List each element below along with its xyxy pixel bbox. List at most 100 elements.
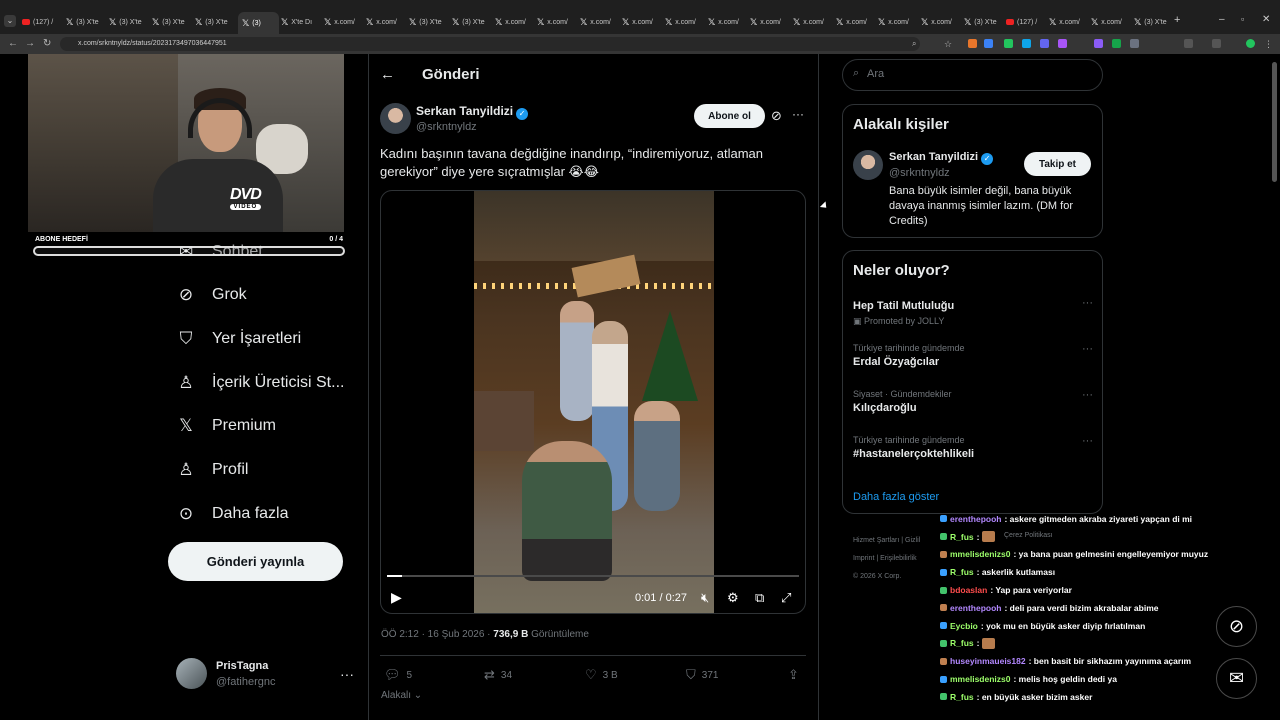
browser-tab[interactable]: 𝕏x.com/ — [708, 13, 749, 31]
browser-tab[interactable]: 𝕏x.com/ — [836, 13, 877, 31]
imprint-link[interactable]: Imprint — [853, 555, 874, 562]
more-icon[interactable]: ··· — [1082, 435, 1093, 447]
repost-button[interactable]: ⇄ 34 — [484, 667, 512, 683]
related-dropdown[interactable]: Alakalı ⌄ — [381, 690, 422, 701]
browser-tab[interactable]: 𝕏 (3) X'te — [66, 13, 107, 31]
browser-tab[interactable]: 𝕏 (3) X'te — [195, 13, 236, 31]
browser-tab[interactable]: 𝕏 (3) X'te — [152, 13, 193, 31]
privacy-link[interactable]: Gizlil — [905, 537, 920, 544]
new-tab-button[interactable]: + — [1174, 14, 1180, 26]
related-handle[interactable]: @srkntnyldz — [889, 167, 950, 179]
browser-tab[interactable]: 𝕏x.com/ — [1049, 13, 1090, 31]
extension-icon[interactable] — [1094, 39, 1103, 48]
fullscreen-icon[interactable]: ⤢ — [781, 590, 791, 606]
account-switcher[interactable]: PrisTagna @fatihergnc ··· — [176, 658, 356, 692]
extension-icon[interactable] — [1040, 39, 1049, 48]
extension-icon[interactable] — [984, 39, 993, 48]
browser-tab[interactable]: 𝕏 (3) X'te — [964, 13, 1005, 31]
video-player[interactable]: ▶ 0:01 / 0:27 🔇︎ ⚙ ⧉ ⤢ — [380, 190, 806, 614]
reply-button[interactable]: 💬︎ 5 — [384, 667, 412, 683]
extension-icon[interactable] — [1004, 39, 1013, 48]
share-button[interactable]: ⇪ — [788, 667, 799, 683]
nav-item-daha[interactable]: ⊙ Daha fazla — [176, 504, 289, 524]
show-more-link[interactable]: Daha fazla göster — [853, 491, 939, 503]
grok-explain-icon[interactable]: ⊘ — [771, 108, 782, 124]
grok-fab-icon[interactable]: ⊘ — [1216, 606, 1257, 647]
search-input[interactable] — [867, 68, 1087, 80]
reload-icon[interactable]: ↻ — [43, 37, 51, 51]
related-name[interactable]: Serkan Tanyildizi ✓ — [889, 151, 994, 165]
extension-icon[interactable] — [1112, 39, 1121, 48]
browser-tab[interactable]: 𝕏x.com/ — [495, 13, 536, 31]
browser-tab[interactable]: 𝕏 (3) X'te — [409, 13, 450, 31]
related-avatar[interactable] — [853, 150, 883, 180]
browser-menu-icon[interactable]: ⋮ — [1264, 37, 1273, 51]
browser-tab[interactable]: 𝕏x.com/ — [665, 13, 706, 31]
nav-item-premium[interactable]: 𝕏 Premium — [176, 416, 276, 436]
browser-tab[interactable]: 𝕏 (3) X'te — [109, 13, 150, 31]
post-button[interactable]: Gönderi yayınla — [168, 542, 343, 581]
nav-item-profil[interactable]: ♙ Profil — [176, 460, 248, 480]
browser-tab[interactable]: 𝕏x.com/ — [921, 13, 962, 31]
browser-tab[interactable]: 𝕏x.com/ — [324, 13, 365, 31]
follow-button[interactable]: Takip et — [1024, 152, 1091, 176]
extension-icon[interactable] — [1130, 39, 1139, 48]
author-name[interactable]: Serkan Tanyildizi ✓ — [416, 104, 529, 120]
zoom-icon[interactable]: ⌕ — [912, 37, 916, 51]
browser-tab[interactable]: (127) / — [1006, 13, 1047, 31]
accessibility-link[interactable]: Erişilebilirlik — [880, 555, 917, 562]
search-box[interactable]: ⌕ — [842, 59, 1103, 91]
browser-tab[interactable]: 𝕏 (3) X'te — [1134, 13, 1175, 31]
extensions-puzzle-icon[interactable] — [1184, 39, 1193, 48]
author-avatar[interactable] — [380, 103, 411, 134]
nav-item-grok[interactable]: ⊘ Grok — [176, 285, 247, 305]
nav-item-sohbet[interactable]: ✉ Sohbet — [176, 242, 263, 262]
address-bar[interactable]: x.com/srkntnyldz/status/2023173497036447… — [60, 37, 920, 51]
back-nav-icon[interactable]: ← — [8, 37, 18, 51]
browser-tab[interactable]: 𝕏x.com/ — [793, 13, 834, 31]
browser-tab[interactable]: 𝕏 X'te Dı — [281, 13, 322, 31]
tab-search-icon[interactable]: ⌄ — [4, 15, 16, 27]
trend-item[interactable]: Siyaset · Gündemdekiler Kılıçdaroğlu ··· — [853, 389, 1093, 414]
extension-icon[interactable] — [968, 39, 977, 48]
picture-in-picture-icon[interactable]: ⧉ — [755, 590, 764, 606]
more-icon[interactable]: ··· — [1082, 343, 1093, 355]
nav-item-içerik[interactable]: ♙ İçerik Üreticisi St... — [176, 373, 344, 393]
author-handle[interactable]: @srkntnyldz — [416, 121, 477, 133]
download-icon[interactable] — [1212, 39, 1221, 48]
browser-tab[interactable]: 𝕏x.com/ — [580, 13, 621, 31]
video-progress-bar[interactable] — [387, 575, 799, 577]
browser-tab[interactable]: 𝕏x.com/ — [537, 13, 578, 31]
browser-tab[interactable]: 𝕏x.com/ — [1091, 13, 1132, 31]
browser-tab[interactable]: 𝕏x.com/ — [366, 13, 407, 31]
close-window-icon[interactable]: ✕ — [1262, 14, 1270, 25]
browser-tab[interactable]: (127) / — [22, 13, 63, 31]
extension-icon[interactable] — [1022, 39, 1031, 48]
subscribe-button[interactable]: Abone ol — [694, 104, 765, 128]
terms-link[interactable]: Hizmet Şartları — [853, 537, 899, 544]
maximize-icon[interactable]: ▫ — [1241, 14, 1244, 24]
more-icon[interactable]: ··· — [792, 107, 804, 121]
more-icon[interactable]: ··· — [1082, 389, 1093, 401]
extension-icon[interactable] — [1058, 39, 1067, 48]
play-icon[interactable]: ▶ — [391, 589, 402, 606]
browser-tab[interactable]: 𝕏x.com/ — [750, 13, 791, 31]
nav-item-yer[interactable]: ⛉ Yer İşaretleri — [176, 329, 302, 349]
minimize-icon[interactable]: – — [1219, 14, 1225, 25]
browser-tab[interactable]: 𝕏 (3) X'te — [452, 13, 493, 31]
back-arrow-icon[interactable]: ← — [380, 66, 395, 83]
browser-tab[interactable]: 𝕏x.com/ — [878, 13, 919, 31]
browser-tab[interactable]: 𝕏x.com/ — [622, 13, 663, 31]
more-icon[interactable]: ··· — [340, 666, 354, 682]
messages-fab-icon[interactable]: ✉ — [1216, 658, 1257, 699]
bookmark-star-icon[interactable]: ☆ — [944, 37, 952, 51]
trend-item[interactable]: Türkiye tarihinde gündemde #hastanelerçok… — [853, 435, 1093, 460]
mute-icon[interactable]: 🔇︎ — [701, 590, 709, 606]
forward-nav-icon[interactable]: → — [25, 37, 35, 51]
scrollbar[interactable] — [1272, 62, 1277, 182]
bookmark-button[interactable]: ⛉ 371 — [686, 667, 718, 683]
browser-tab[interactable]: 𝕏 (3) — [238, 12, 279, 34]
settings-gear-icon[interactable]: ⚙ — [727, 590, 739, 606]
like-button[interactable]: ♡ 3 B — [585, 667, 618, 683]
more-icon[interactable]: ··· — [1082, 297, 1093, 309]
